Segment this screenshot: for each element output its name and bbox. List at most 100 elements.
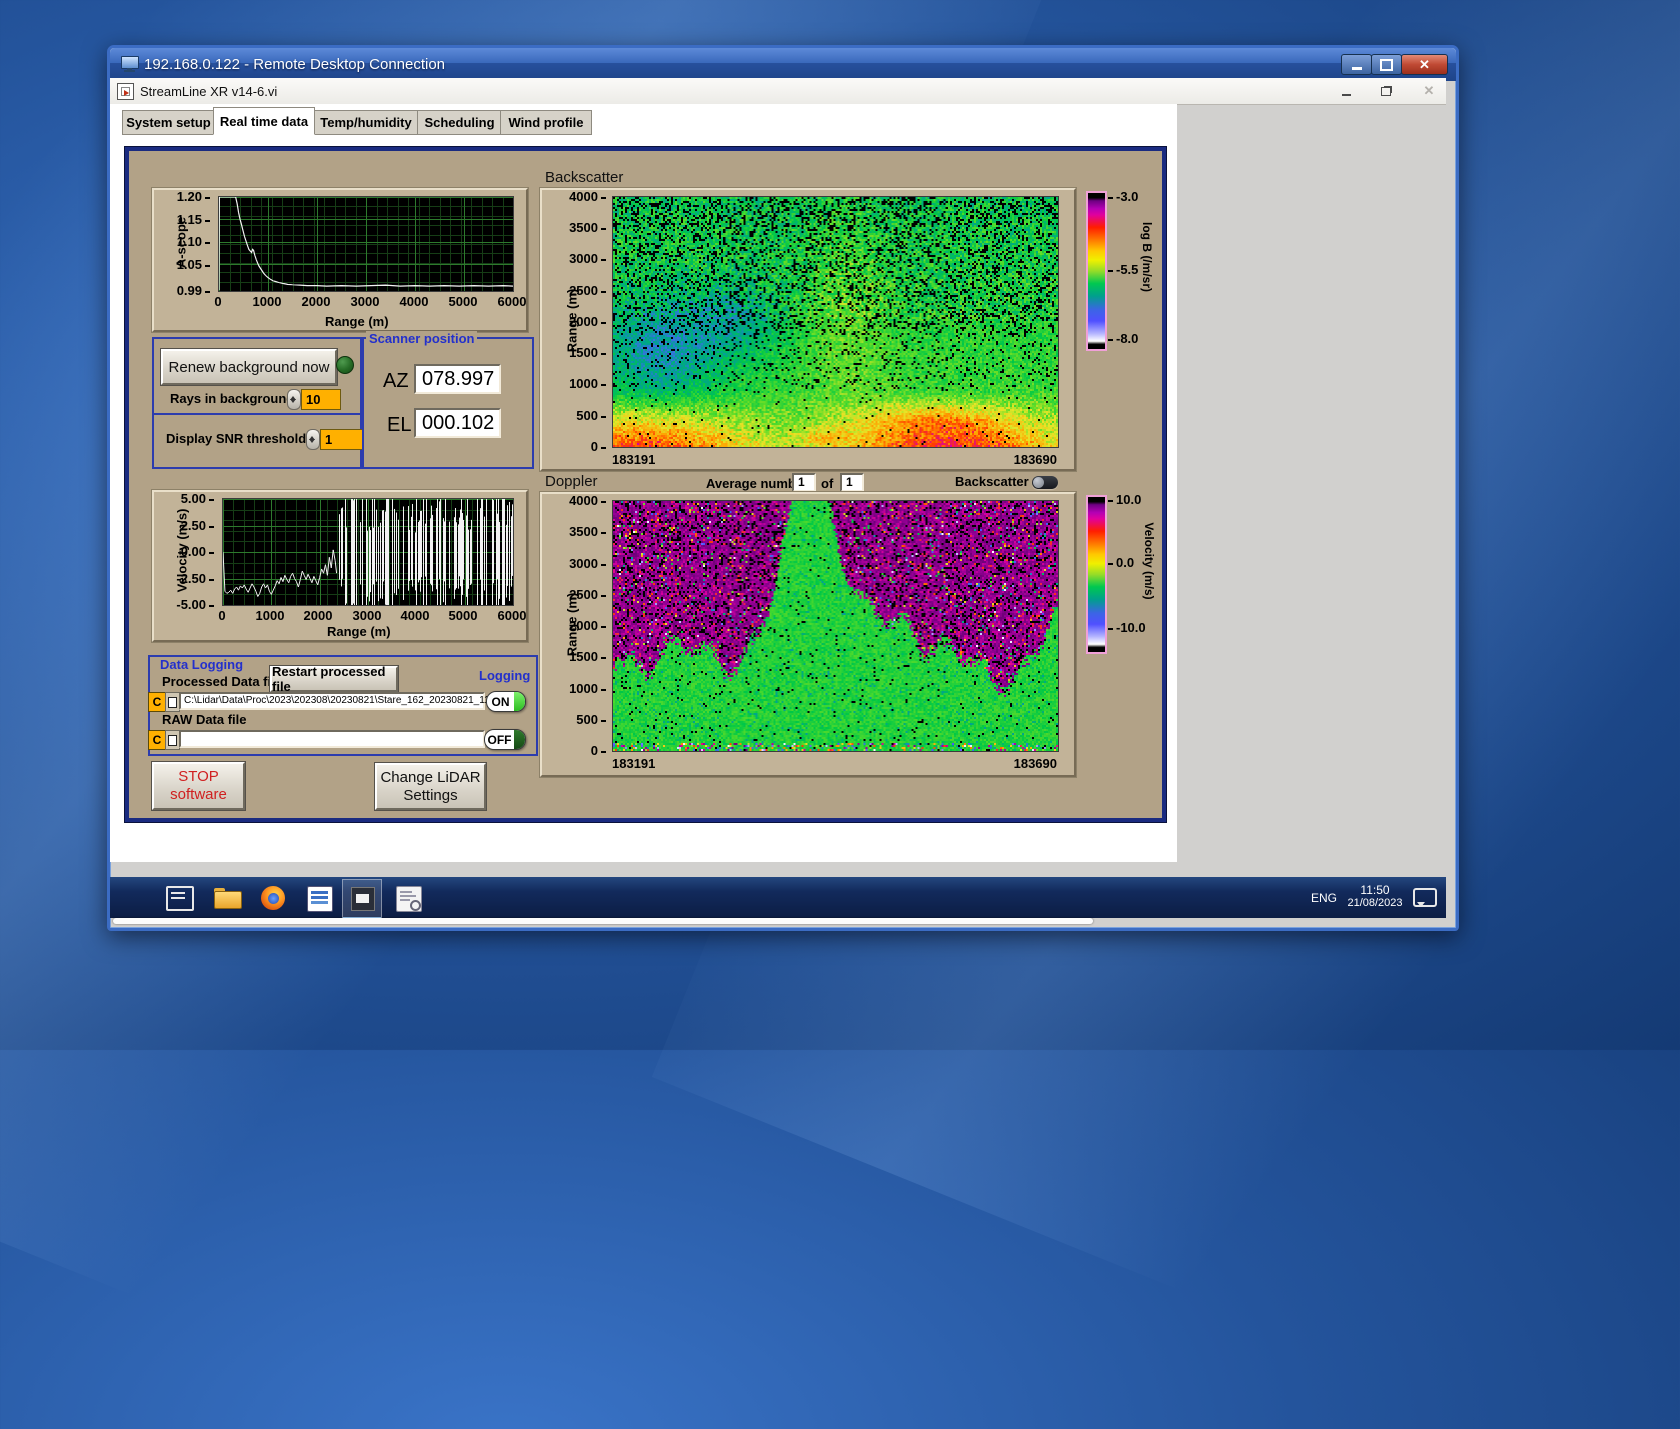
renew-background-button[interactable]: Renew background now	[161, 349, 337, 385]
raw-logging-toggle[interactable]: OFF	[484, 729, 526, 750]
tab-real-time-data[interactable]: Real time data	[213, 107, 315, 135]
y-tick-label: 2000	[562, 618, 606, 633]
restart-processed-file-button[interactable]: Restart processed file	[270, 664, 398, 694]
snr-value-field[interactable]: 1	[320, 429, 364, 450]
el-value: 000.102	[422, 412, 495, 434]
az-value-field[interactable]: 078.997	[414, 364, 501, 394]
tab-wind-profile[interactable]: Wind profile	[500, 110, 592, 135]
rdp-titlebar[interactable]: 192.168.0.122 - Remote Desktop Connectio…	[110, 48, 1456, 81]
average-number-field[interactable]: 1	[792, 473, 816, 492]
backscatter-toggle[interactable]	[1032, 476, 1058, 489]
doppler-colorbar	[1086, 495, 1107, 654]
x-tick-label: 0	[214, 294, 222, 309]
y-tick-label: 2.50	[166, 518, 214, 533]
file-explorer-icon[interactable]	[214, 888, 242, 909]
streamline-app-icon	[351, 887, 375, 911]
tab-label: Temp/humidity	[320, 115, 412, 130]
colorbar-tick: -5.5	[1108, 262, 1138, 277]
rdp-maximize-button[interactable]	[1371, 54, 1402, 75]
rdp-close-button[interactable]: ✕	[1401, 54, 1448, 75]
rdp-horizontal-scrollbar[interactable]	[113, 918, 1093, 924]
close-icon: ✕	[1423, 83, 1435, 98]
x-tick-label: 0	[218, 608, 226, 623]
snr-threshold-label: Display SNR threshold	[166, 431, 307, 446]
renew-led-indicator[interactable]	[336, 356, 354, 374]
x-tick-label: 2000	[301, 294, 331, 309]
app-minimize-button[interactable]	[1332, 83, 1360, 99]
colorbar-tick: 10.0	[1108, 492, 1141, 507]
y-tick-label: 0	[562, 439, 606, 454]
x-tick-label: 6000	[497, 294, 527, 309]
toggle-on-label: ON	[491, 694, 510, 709]
x-tick-label: 1000	[252, 294, 282, 309]
x-tick-label: 4000	[399, 294, 429, 309]
x-tick-label: 4000	[400, 608, 430, 623]
rays-value-field[interactable]: 10	[301, 389, 341, 410]
backscatter-heatmap	[612, 196, 1059, 448]
browse-file-icon[interactable]	[165, 692, 180, 712]
scan-app-icon[interactable]	[396, 886, 422, 912]
y-tick-label: 1.10	[166, 234, 210, 249]
button-label: Restart processed file	[272, 664, 386, 694]
scanner-position-title: Scanner position	[366, 331, 478, 346]
snr-spinner[interactable]	[306, 429, 320, 450]
colorbar-tick: 0.0	[1108, 555, 1134, 570]
tab-label: System setup	[126, 115, 211, 130]
notification-icon[interactable]	[1413, 888, 1437, 907]
tab-scheduling[interactable]: Scheduling	[417, 110, 502, 135]
language-indicator[interactable]: ENG	[1306, 891, 1342, 905]
raw-file-path-field[interactable]	[179, 730, 485, 748]
y-tick-label: 2500	[562, 587, 606, 602]
led-green-on	[514, 692, 525, 711]
average-number-value: 1	[798, 475, 805, 489]
y-tick-label: 3000	[562, 251, 606, 266]
minimize-icon	[1351, 66, 1362, 70]
firefox-icon[interactable]	[261, 886, 285, 910]
y-tick-label: 2000	[562, 314, 606, 329]
y-tick-label: 1000	[562, 376, 606, 391]
drive-letter: C	[152, 733, 162, 747]
average-total-field[interactable]: 1	[840, 473, 864, 492]
y-tick-label: 4000	[562, 189, 606, 204]
y-tick-label: 1.15	[166, 212, 210, 227]
app-titlebar[interactable]: StreamLine XR v14-6.vi ✕	[110, 78, 1446, 105]
average-total-value: 1	[846, 475, 853, 489]
clock-time[interactable]: 11:50	[1344, 883, 1406, 897]
clock-date[interactable]: 21/08/2023	[1344, 897, 1406, 909]
toggle-off-label: OFF	[487, 732, 512, 747]
stop-software-button[interactable]: STOP software	[152, 762, 245, 810]
ascope-xlabel: Range (m)	[325, 314, 389, 329]
backscatter-colorbar	[1086, 191, 1107, 351]
spreadsheet-app-icon[interactable]	[307, 886, 333, 912]
doppler-colorbar-label: Velocity (m/s)	[1142, 522, 1156, 600]
processed-file-path-field[interactable]: C:\Lidar\Data\Proc\2023\202308\20230821\…	[179, 692, 506, 710]
y-tick-label: 1500	[562, 345, 606, 360]
y-tick-label: 3000	[562, 556, 606, 571]
y-tick-label: 3500	[562, 220, 606, 235]
toggle-knob	[1033, 477, 1044, 488]
browse-file-icon[interactable]	[165, 730, 180, 750]
raw-drive-selector[interactable]: C	[148, 730, 166, 750]
tab-system-setup[interactable]: System setup	[122, 110, 215, 135]
rdp-minimize-button[interactable]	[1341, 54, 1372, 75]
app-restore-button[interactable]	[1372, 83, 1400, 99]
active-app-taskbar-slot[interactable]	[342, 879, 382, 919]
rays-spinner[interactable]	[287, 389, 301, 410]
drive-letter: C	[152, 695, 162, 709]
backscatter-toggle-label: Backscatter	[955, 474, 1029, 489]
el-label: EL	[387, 414, 412, 436]
scanner-position-group	[362, 337, 534, 469]
el-value-field[interactable]: 000.102	[414, 408, 501, 438]
rays-in-background-label: Rays in background	[170, 391, 295, 406]
of-label: of	[821, 476, 834, 491]
y-tick-label: 1000	[562, 681, 606, 696]
tab-label: Scheduling	[424, 115, 495, 130]
change-lidar-settings-button[interactable]: Change LiDAR Settings	[375, 763, 486, 810]
tab-label: Wind profile	[508, 115, 584, 130]
app-close-button[interactable]: ✕	[1415, 83, 1443, 99]
processed-logging-toggle[interactable]: ON	[486, 691, 526, 712]
task-view-icon[interactable]	[166, 886, 194, 911]
logging-label: Logging	[479, 668, 531, 683]
processed-drive-selector[interactable]: C	[148, 692, 166, 712]
tab-temp-humidity[interactable]: Temp/humidity	[313, 110, 419, 135]
